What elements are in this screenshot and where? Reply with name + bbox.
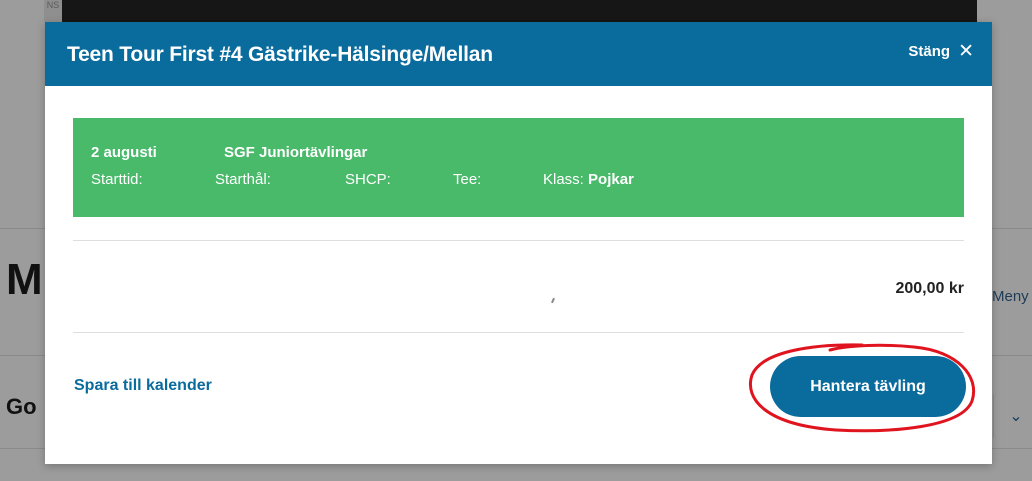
close-button[interactable]: Stäng ✕ [908, 42, 974, 61]
modal-header: Teen Tour First #4 Gästrike-Hälsinge/Mel… [45, 22, 992, 86]
close-label: Stäng [908, 43, 951, 60]
competition-date: 2 augusti [91, 144, 157, 161]
background-select[interactable]: ⌄ [993, 394, 1032, 438]
competition-organizer: SGF Juniortävlingar [224, 144, 368, 161]
chevron-down-icon: ⌄ [1009, 408, 1023, 425]
competition-info-box: 2 augusti SGF Juniortävlingar Starttid: … [73, 118, 964, 217]
shcp-label: SHCP: [345, 171, 391, 188]
class-field: Klass: Pojkar [543, 171, 634, 188]
start-time-label: Starttid: [91, 171, 143, 188]
background-dark-banner [62, 0, 977, 22]
manage-competition-button[interactable]: Hantera tävling [770, 356, 966, 417]
section-divider [73, 240, 964, 241]
background-subheading: Go [6, 394, 37, 419]
price: 200,00 kr [895, 280, 964, 297]
modal-title: Teen Tour First #4 Gästrike-Hälsinge/Mel… [67, 43, 493, 66]
competition-modal: Teen Tour First #4 Gästrike-Hälsinge/Mel… [45, 22, 992, 464]
tee-label: Tee: [453, 171, 482, 188]
background-banner-edge: NS [44, 0, 62, 22]
section-divider [73, 332, 964, 333]
start-hole-label: Starthål: [215, 171, 271, 188]
class-value: Pojkar [588, 171, 634, 188]
close-icon: ✕ [958, 41, 974, 62]
background-menu-link[interactable]: Meny [992, 288, 1029, 305]
class-label: Klass: [543, 171, 584, 188]
stray-mark [551, 297, 555, 304]
save-to-calendar-link[interactable]: Spara till kalender [74, 377, 212, 395]
background-heading: M [6, 255, 43, 304]
